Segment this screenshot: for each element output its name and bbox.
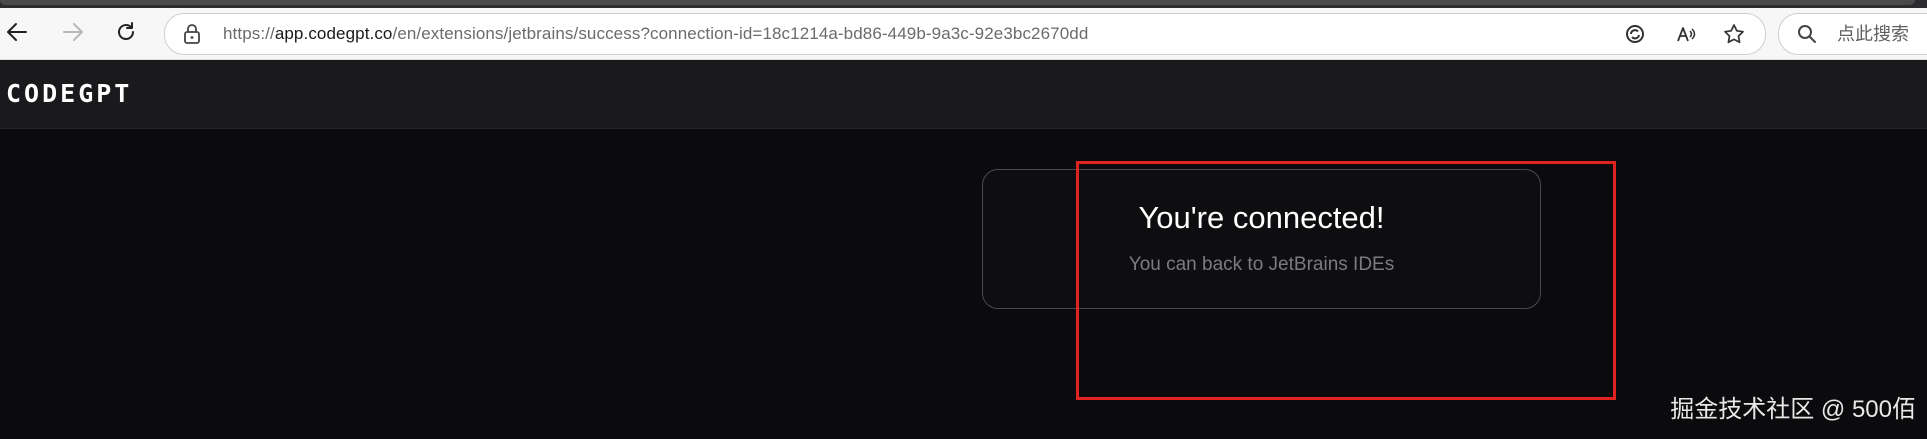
url-prefix: https://	[223, 24, 275, 43]
favorite-star-icon[interactable]	[1722, 22, 1746, 46]
read-aloud-icon[interactable]	[1674, 22, 1698, 46]
url-path: /en/extensions/jetbrains/success?connect…	[392, 24, 1089, 43]
search-icon	[1797, 24, 1817, 49]
browser-search-box[interactable]: 点此搜索	[1778, 13, 1927, 55]
edge-refresh-icon[interactable]	[1623, 22, 1647, 46]
address-bar[interactable]: https://app.codegpt.co/en/extensions/jet…	[164, 13, 1766, 55]
success-subtitle: You can back to JetBrains IDEs	[1128, 254, 1395, 275]
back-button[interactable]	[0, 17, 34, 51]
url-text[interactable]: https://app.codegpt.co/en/extensions/jet…	[223, 14, 1088, 54]
codegpt-logo[interactable]: CODEGPT	[6, 80, 132, 108]
app-header: CODEGPT	[0, 60, 1927, 129]
search-placeholder: 点此搜索	[1837, 24, 1909, 44]
lock-icon[interactable]	[183, 24, 201, 49]
browser-tab-strip	[0, 0, 1927, 8]
success-title: You're connected!	[1138, 200, 1385, 235]
back-arrow-icon	[6, 21, 28, 48]
forward-arrow-icon	[62, 21, 84, 48]
forward-button[interactable]	[56, 17, 90, 51]
connection-success-card: You're connected! You can back to JetBra…	[982, 169, 1541, 309]
browser-toolbar: https://app.codegpt.co/en/extensions/jet…	[0, 8, 1927, 60]
reload-icon	[115, 21, 137, 48]
tab-edge	[0, 0, 1915, 5]
watermark-text: 掘金技术社区 @ 500佰	[1670, 396, 1916, 423]
reload-button[interactable]	[109, 17, 143, 51]
url-host: app.codegpt.co	[274, 24, 393, 43]
